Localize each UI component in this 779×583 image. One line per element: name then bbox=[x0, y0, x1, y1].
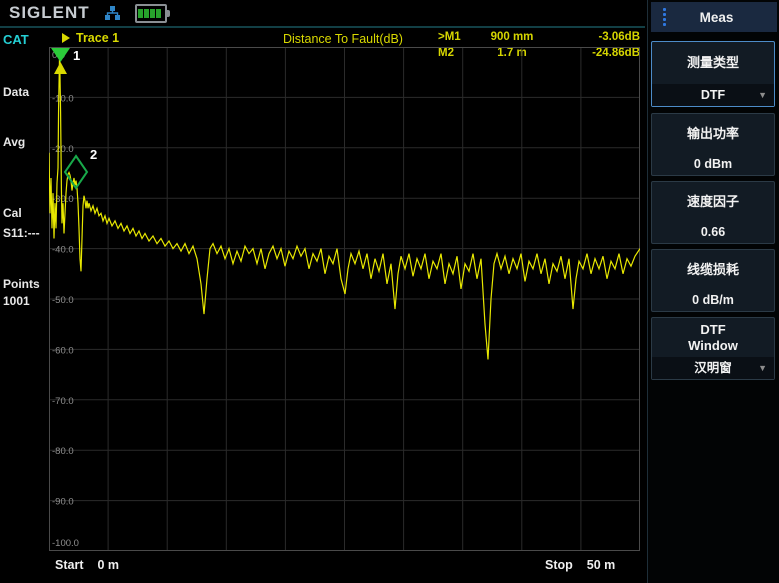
menu-header[interactable]: Meas bbox=[651, 2, 777, 32]
grid-lines bbox=[49, 47, 640, 551]
cable-loss-button[interactable]: 线缆损耗0 dB/m bbox=[651, 249, 775, 312]
svg-text:-80.0: -80.0 bbox=[52, 446, 74, 457]
svg-text:-40.0: -40.0 bbox=[52, 245, 74, 256]
meas-type-button[interactable]: 测量类型DTF▼ bbox=[651, 41, 775, 107]
dtf-chart[interactable]: 0.0-10.0-20.0-30.0-40.0-50.0-60.0-70.0-8… bbox=[49, 47, 640, 551]
dropdown-arrow-icon: ▼ bbox=[758, 84, 767, 106]
svg-text:-50.0: -50.0 bbox=[52, 295, 74, 306]
svg-text:-90.0: -90.0 bbox=[52, 497, 74, 508]
trace-peak-indicator bbox=[54, 62, 67, 74]
menu-title: Meas bbox=[666, 10, 767, 25]
svg-text:-10.0: -10.0 bbox=[52, 93, 74, 104]
svg-text:-60.0: -60.0 bbox=[52, 345, 74, 356]
average-label: Avg bbox=[3, 135, 25, 149]
marker-2-number: 2 bbox=[90, 147, 97, 162]
marker-1-number: 1 bbox=[73, 48, 80, 63]
lan-icon bbox=[104, 5, 121, 22]
softkey-label: 线缆损耗 bbox=[652, 250, 774, 289]
marker-distance: 900 mm bbox=[476, 31, 548, 45]
s11-status-label: S11:--- bbox=[3, 226, 40, 240]
marker-readout-row-1: >M1900 mm-3.06dB bbox=[438, 31, 640, 45]
softkey-value: 0 dB/m bbox=[652, 289, 774, 311]
mode-label-cat: CAT bbox=[3, 32, 29, 47]
softkey-label: 测量类型 bbox=[652, 42, 774, 84]
brand-logo: SIGLENT bbox=[9, 3, 90, 23]
softkey-label: 速度因子 bbox=[652, 182, 774, 221]
svg-text:-20.0: -20.0 bbox=[52, 144, 74, 155]
trace-selector[interactable]: Trace 1 bbox=[62, 31, 119, 45]
velocity-factor-button[interactable]: 速度因子0.66 bbox=[651, 181, 775, 244]
svg-text:-100.0: -100.0 bbox=[52, 538, 79, 549]
marker-value: -3.06dB bbox=[548, 31, 640, 45]
cal-label: Cal bbox=[3, 206, 22, 220]
sweep-start-label: Start0 m bbox=[55, 558, 119, 572]
softkey-value: 0.66 bbox=[652, 221, 774, 243]
softkey-label: 输出功率 bbox=[652, 114, 774, 153]
sweep-stop-label: Stop50 m bbox=[545, 558, 615, 572]
softkey-label: DTFWindow bbox=[652, 318, 774, 357]
trace-label: Trace 1 bbox=[76, 31, 119, 45]
instrument-screen: SIGLENT CAT Data Avg Cal S11:--- Points … bbox=[0, 0, 779, 583]
marker-name: >M1 bbox=[438, 31, 476, 45]
dtf-window-button[interactable]: DTFWindow汉明窗▼ bbox=[651, 317, 775, 380]
trace-active-icon bbox=[62, 33, 70, 43]
output-power-button[interactable]: 输出功率0 dBm bbox=[651, 113, 775, 176]
points-label: Points bbox=[3, 277, 40, 291]
svg-text:-70.0: -70.0 bbox=[52, 396, 74, 407]
softkey-value: DTF▼ bbox=[652, 84, 774, 106]
top-status-bar: SIGLENT bbox=[0, 0, 645, 28]
battery-icon bbox=[135, 4, 170, 23]
softkey-value: 汉明窗▼ bbox=[652, 357, 774, 379]
dropdown-arrow-icon: ▼ bbox=[758, 357, 767, 379]
trace-source-label: Data bbox=[3, 85, 29, 99]
softkey-menu: Meas 测量类型DTF▼输出功率0 dBm速度因子0.66线缆损耗0 dB/m… bbox=[647, 0, 779, 583]
softkey-value: 0 dBm bbox=[652, 153, 774, 175]
measurement-title: Distance To Fault(dB) bbox=[283, 32, 403, 46]
points-value: 1001 bbox=[3, 294, 30, 308]
